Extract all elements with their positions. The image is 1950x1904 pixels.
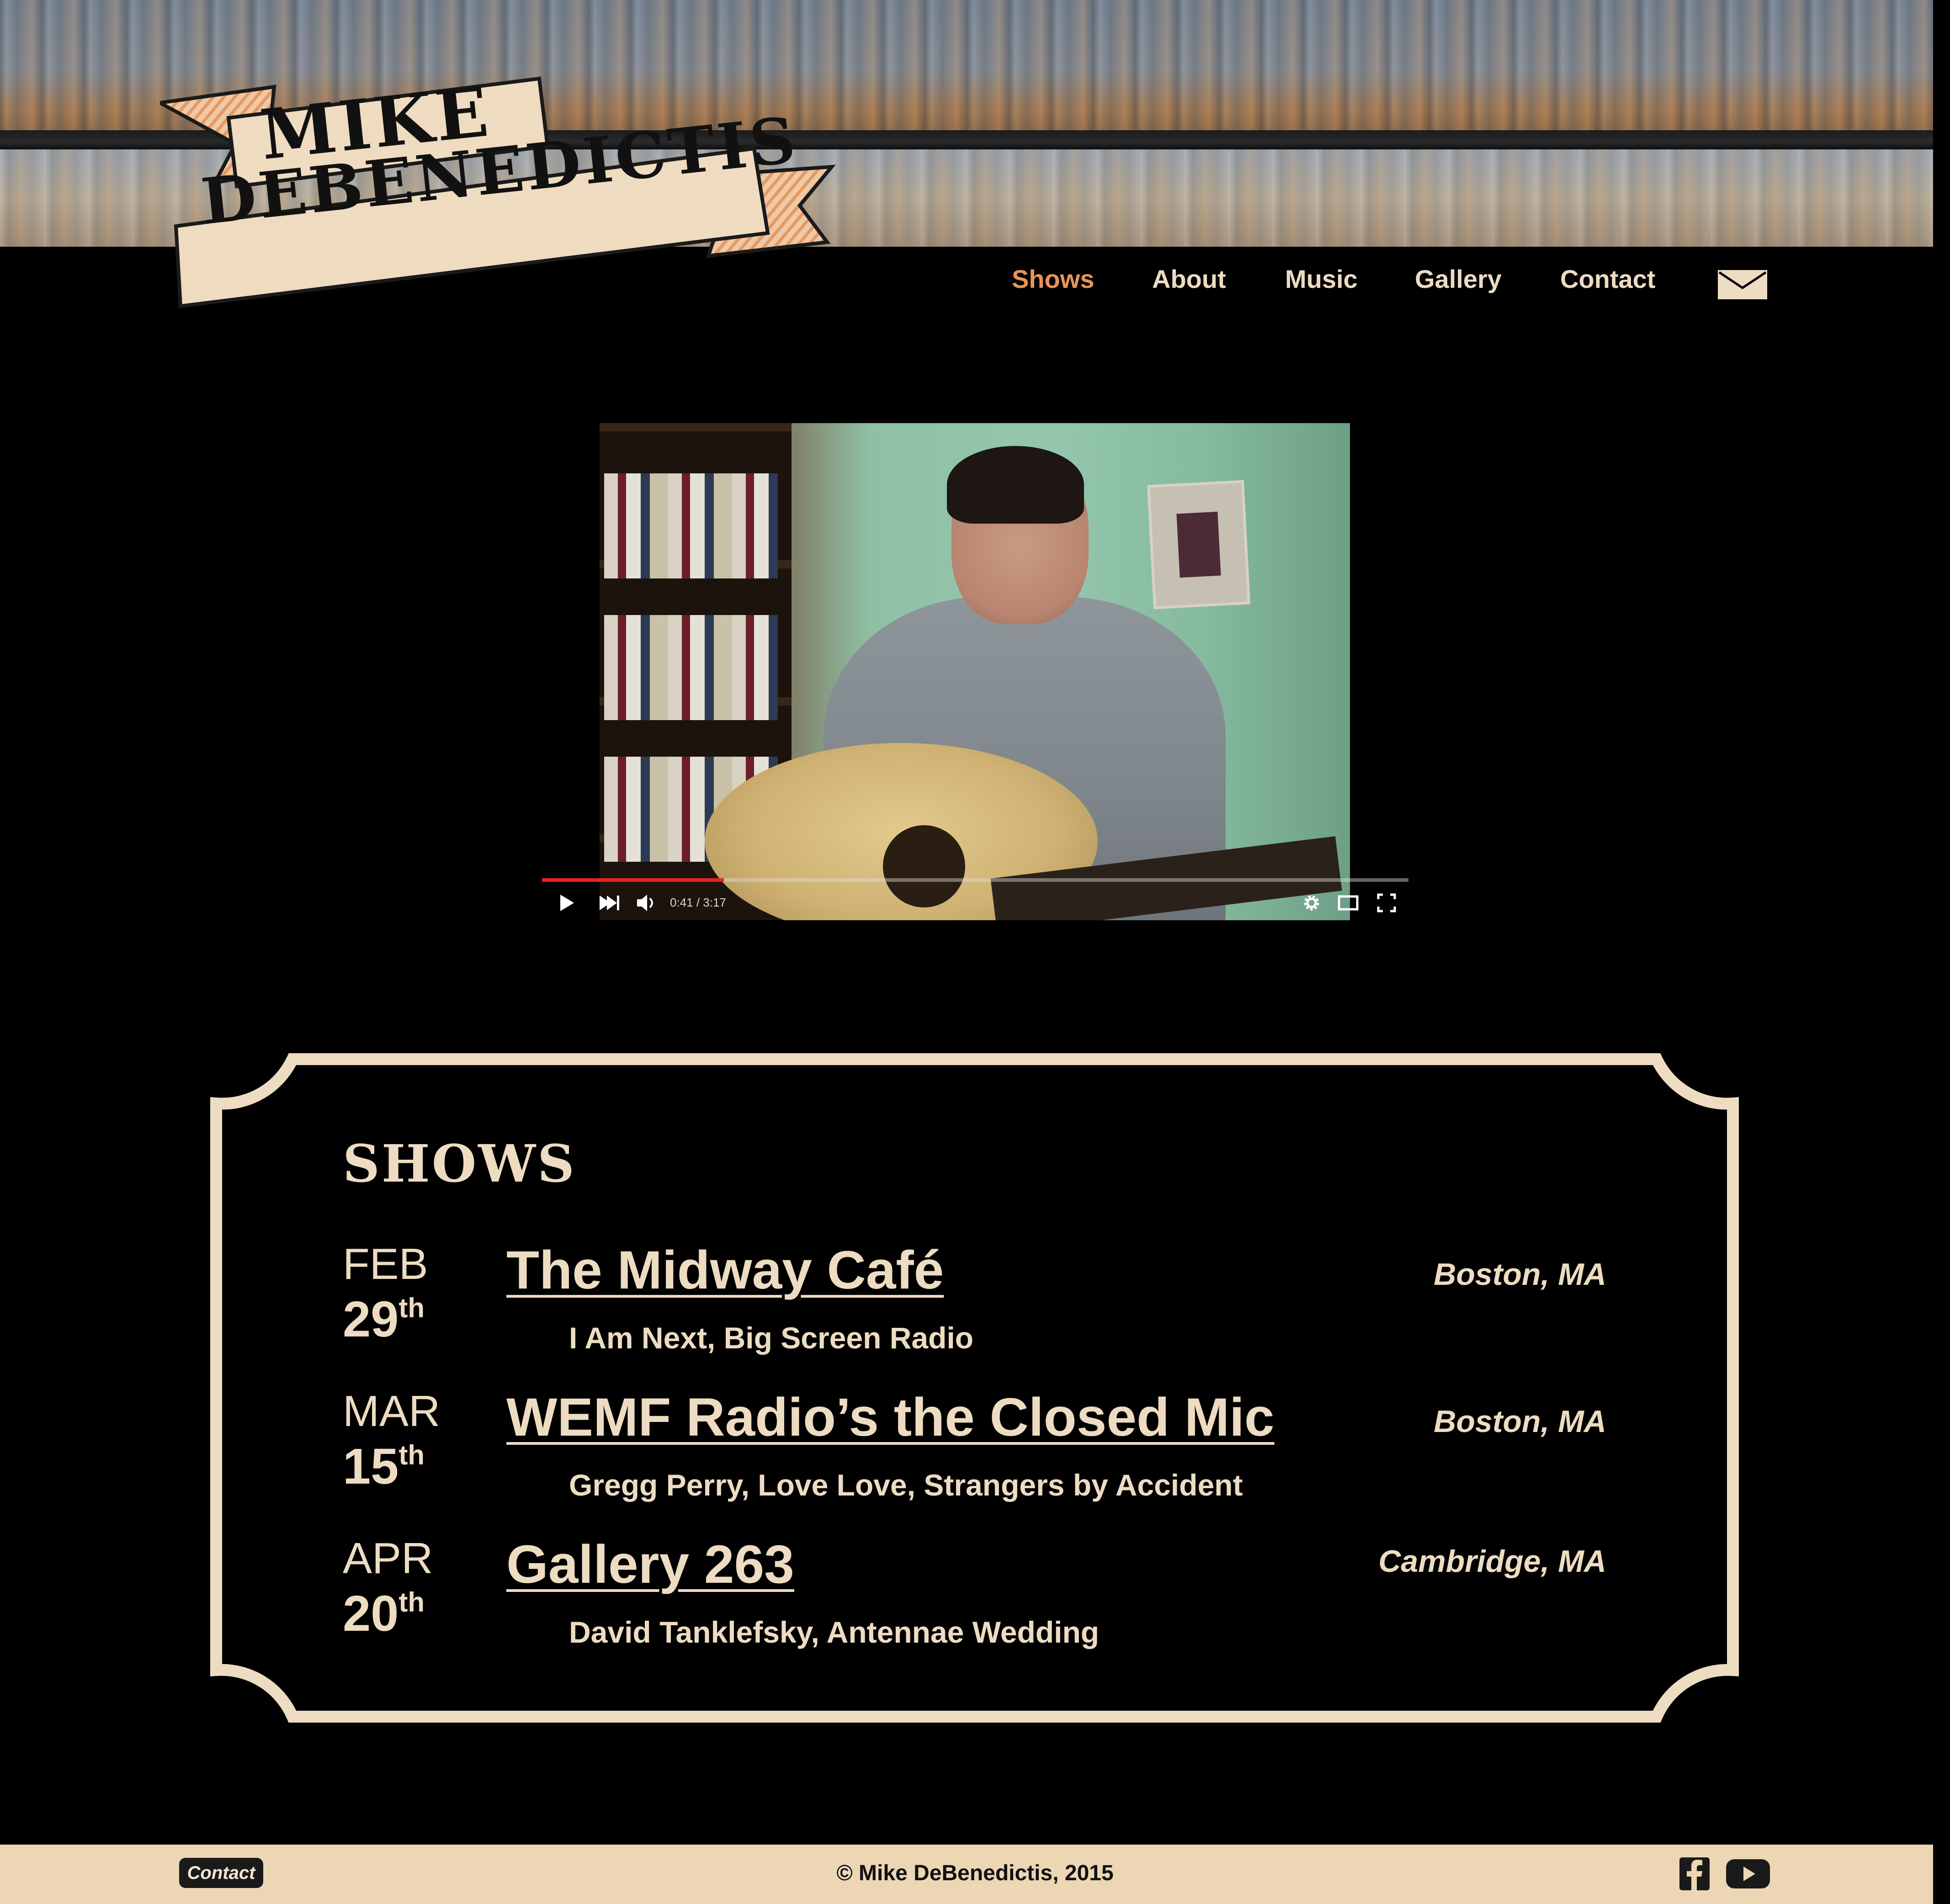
show-venue-link[interactable]: Gallery 263 [506,1533,794,1596]
nav-about[interactable]: About [1152,264,1226,294]
video-time: 0:41 / 3:17 [670,896,726,909]
youtube-icon[interactable] [1725,1856,1771,1891]
show-row: MAR 15th WEMF Radio’s the Closed Mic Gre… [343,1386,1606,1523]
next-icon[interactable] [599,894,620,912]
page-right-edge [1933,0,1950,1904]
show-acts: Gregg Perry, Love Love, Strangers by Acc… [569,1468,1243,1502]
nav-contact[interactable]: Contact [1560,264,1655,294]
show-city: Boston, MA [1434,1257,1606,1292]
show-month: MAR [343,1387,441,1436]
video-controls: 0:41 / 3:17 [542,876,1408,920]
show-row: APR 20th Gallery 263 David Tanklefsky, A… [343,1533,1606,1671]
envelope-icon[interactable] [1717,270,1768,300]
show-city: Boston, MA [1434,1404,1606,1439]
show-month: FEB [343,1240,428,1289]
show-acts: I Am Next, Big Screen Radio [569,1321,974,1355]
theater-icon[interactable] [1337,894,1359,912]
settings-icon[interactable] [1302,893,1322,913]
show-day: 29th [343,1291,425,1347]
video-player[interactable] [600,423,1350,920]
nav-shows[interactable]: Shows [1012,264,1094,294]
show-day: 20th [343,1586,425,1642]
show-row: FEB 29th The Midway Café I Am Next, Big … [343,1239,1606,1376]
nav-music[interactable]: Music [1285,264,1358,294]
video-frame-painting [1147,480,1250,610]
play-icon[interactable] [558,893,576,913]
volume-icon[interactable] [636,893,657,913]
facebook-icon[interactable] [1679,1856,1711,1891]
main-nav: Shows About Music Gallery Contact [0,264,1950,301]
show-venue-link[interactable]: The Midway Café [506,1239,944,1301]
show-month: APR [343,1534,433,1583]
show-acts: David Tanklefsky, Antennae Wedding [569,1615,1100,1649]
nav-gallery[interactable]: Gallery [1415,264,1502,294]
show-venue-link[interactable]: WEMF Radio’s the Closed Mic [506,1386,1275,1448]
fullscreen-icon[interactable] [1376,893,1397,913]
video-progress-fill [542,878,724,882]
show-city: Cambridge, MA [1378,1544,1606,1579]
shows-heading: SHOWS [343,1134,576,1194]
show-day: 15th [343,1438,425,1495]
copyright-text: © Mike DeBenedictis, 2015 [836,1861,1114,1885]
